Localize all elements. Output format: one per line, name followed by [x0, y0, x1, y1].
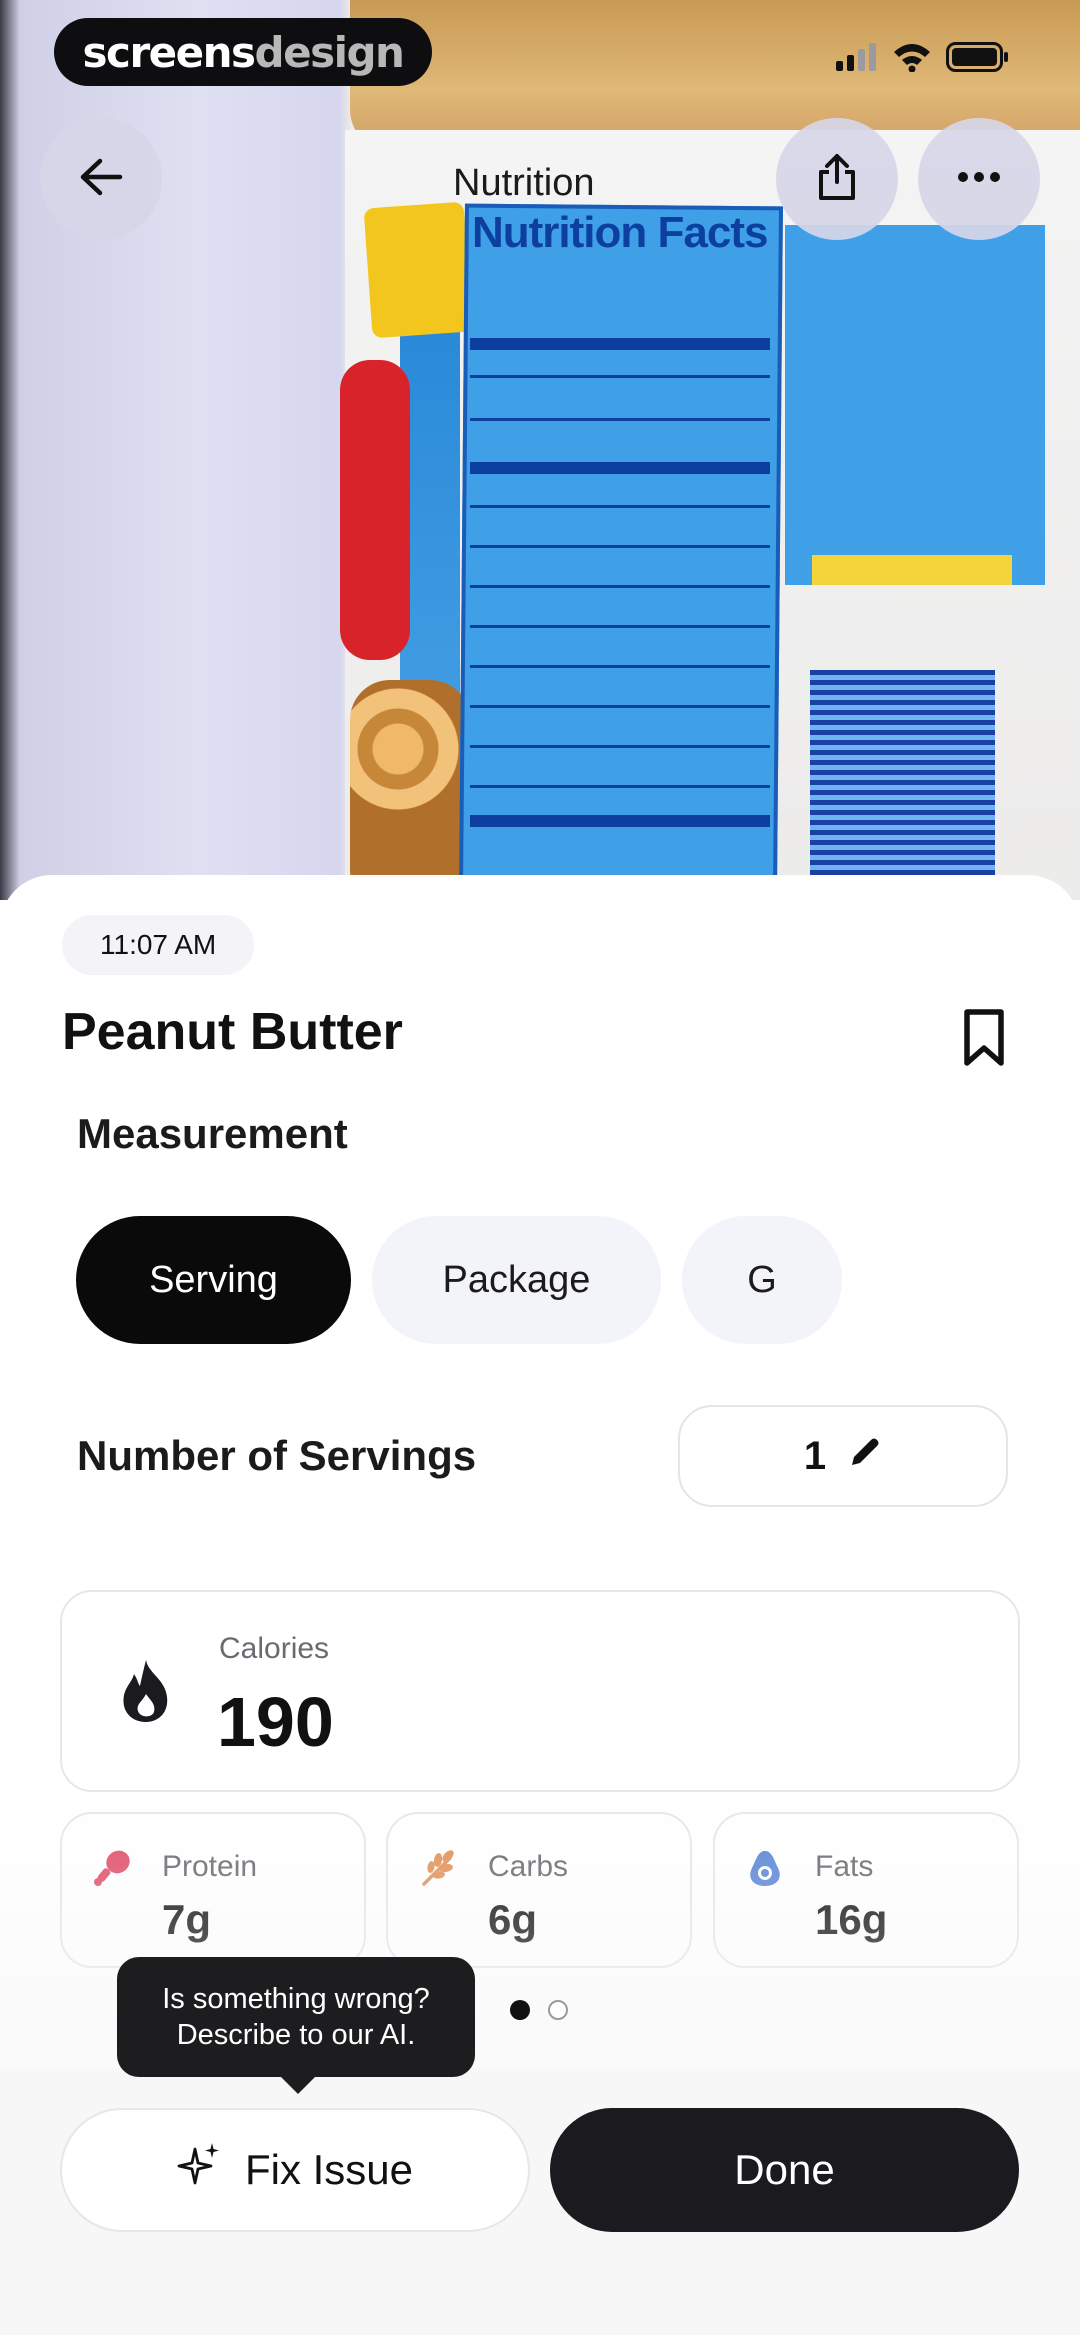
wifi-icon	[892, 42, 932, 77]
carbs-value: 6g	[488, 1896, 538, 1943]
measurement-option-serving[interactable]: Serving	[76, 1216, 351, 1344]
page-title: Nutrition	[453, 162, 595, 204]
label-highlight	[812, 555, 1012, 585]
page-indicator[interactable]	[510, 2000, 568, 2020]
back-arrow-icon	[78, 157, 124, 202]
protein-card[interactable]: Protein 7g	[60, 1812, 366, 1968]
calories-value: 190	[217, 1683, 334, 1761]
more-icon	[957, 170, 1001, 188]
servings-input[interactable]: 1	[678, 1405, 1008, 1507]
jar-red-logo	[340, 360, 410, 660]
done-button[interactable]: Done	[550, 2108, 1019, 2232]
calories-card[interactable]: Calories 190	[60, 1590, 1020, 1792]
avocado-icon	[745, 1848, 785, 1893]
page-dot-1[interactable]	[510, 2000, 530, 2020]
page-dot-2[interactable]	[548, 2000, 568, 2020]
measurement-option-g[interactable]: G	[682, 1216, 842, 1344]
watermark-logo: screens design	[54, 18, 432, 86]
bookmark-button[interactable]	[962, 1008, 1006, 1073]
pencil-icon	[848, 1434, 882, 1479]
back-button[interactable]	[40, 118, 162, 240]
food-photo: Nutrition Facts	[0, 0, 1080, 900]
carbs-card[interactable]: Carbs 6g	[386, 1812, 692, 1968]
tooltip-arrow	[280, 2076, 316, 2094]
time-chip: 11:07 AM	[62, 915, 255, 975]
nutrition-facts-label-title: Nutrition Facts	[472, 208, 768, 257]
fats-value: 16g	[815, 1896, 888, 1943]
signal-icon	[834, 43, 878, 76]
fix-issue-label: Fix Issue	[244, 2146, 414, 2193]
status-bar	[834, 42, 1010, 77]
share-button[interactable]	[776, 118, 898, 240]
fats-card[interactable]: Fats 16g	[713, 1812, 1019, 1968]
battery-icon	[946, 42, 1010, 77]
label-side-panel	[785, 225, 1045, 585]
drumstick-icon	[92, 1848, 132, 1893]
sparkle-icon	[177, 2141, 221, 2199]
bookmark-icon	[962, 1009, 1006, 1072]
flame-icon	[118, 1658, 174, 1729]
protein-label: Protein	[162, 1850, 258, 1883]
measurement-option-package[interactable]: Package	[372, 1216, 661, 1344]
calories-label: Calories	[219, 1632, 330, 1665]
share-icon	[815, 152, 859, 207]
fix-issue-button[interactable]: Fix Issue	[60, 2108, 530, 2232]
servings-label: Number of Servings	[77, 1432, 477, 1479]
jar-peanuts-art	[350, 680, 470, 900]
carbs-label: Carbs	[488, 1850, 569, 1883]
done-label: Done	[734, 2146, 835, 2193]
fix-issue-tooltip: Is something wrong? Describe to our AI.	[117, 1957, 475, 2077]
protein-value: 7g	[162, 1896, 212, 1943]
food-title: Peanut Butter	[62, 1003, 403, 1061]
wheat-icon	[418, 1848, 458, 1893]
fats-label: Fats	[815, 1850, 874, 1883]
barcode	[810, 670, 995, 880]
more-button[interactable]	[918, 118, 1040, 240]
measurement-label: Measurement	[77, 1110, 348, 1157]
servings-value: 1	[803, 1433, 827, 1478]
jar-yellow-label	[363, 201, 473, 339]
